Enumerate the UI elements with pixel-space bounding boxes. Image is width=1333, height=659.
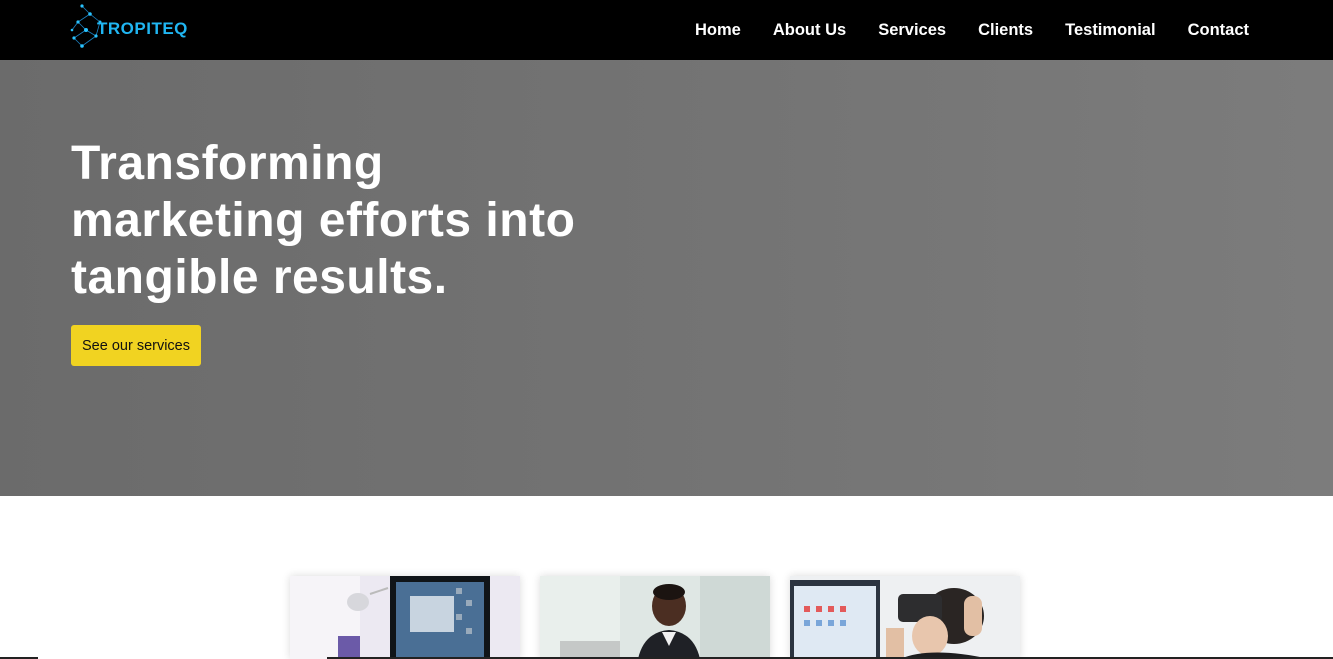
nav-about-us[interactable]: About Us — [773, 21, 846, 40]
top-navbar: TROPITEQ Home About Us Services Clients … — [0, 0, 1333, 60]
hero-title-line: marketing efforts into — [71, 194, 576, 247]
hero-banner: Transforming marketing efforts into tang… — [0, 60, 1333, 496]
vr-headset-image — [790, 576, 1020, 659]
see-our-services-button[interactable]: See our services — [71, 325, 201, 366]
businessman-laptop-image — [540, 576, 770, 659]
desk-computer-image — [290, 576, 520, 659]
nav-home[interactable]: Home — [695, 21, 741, 40]
hero-title-line: tangible results. — [71, 251, 448, 304]
main-menu: Home About Us Services Clients Testimoni… — [695, 0, 1249, 60]
service-card-vr-photo[interactable] — [790, 576, 1020, 659]
nav-services[interactable]: Services — [878, 21, 946, 40]
hero-title-line: Transforming — [71, 137, 384, 190]
brand-logo[interactable]: TROPITEQ — [68, 0, 193, 56]
brand-name: TROPITEQ — [97, 19, 188, 38]
nav-contact[interactable]: Contact — [1188, 21, 1249, 40]
nav-testimonial[interactable]: Testimonial — [1065, 21, 1155, 40]
service-card-desktop-photo[interactable] — [290, 576, 520, 659]
hero-title: Transforming marketing efforts into tang… — [71, 135, 711, 306]
service-card-professional-photo[interactable] — [540, 576, 770, 659]
nav-clients[interactable]: Clients — [978, 21, 1033, 40]
